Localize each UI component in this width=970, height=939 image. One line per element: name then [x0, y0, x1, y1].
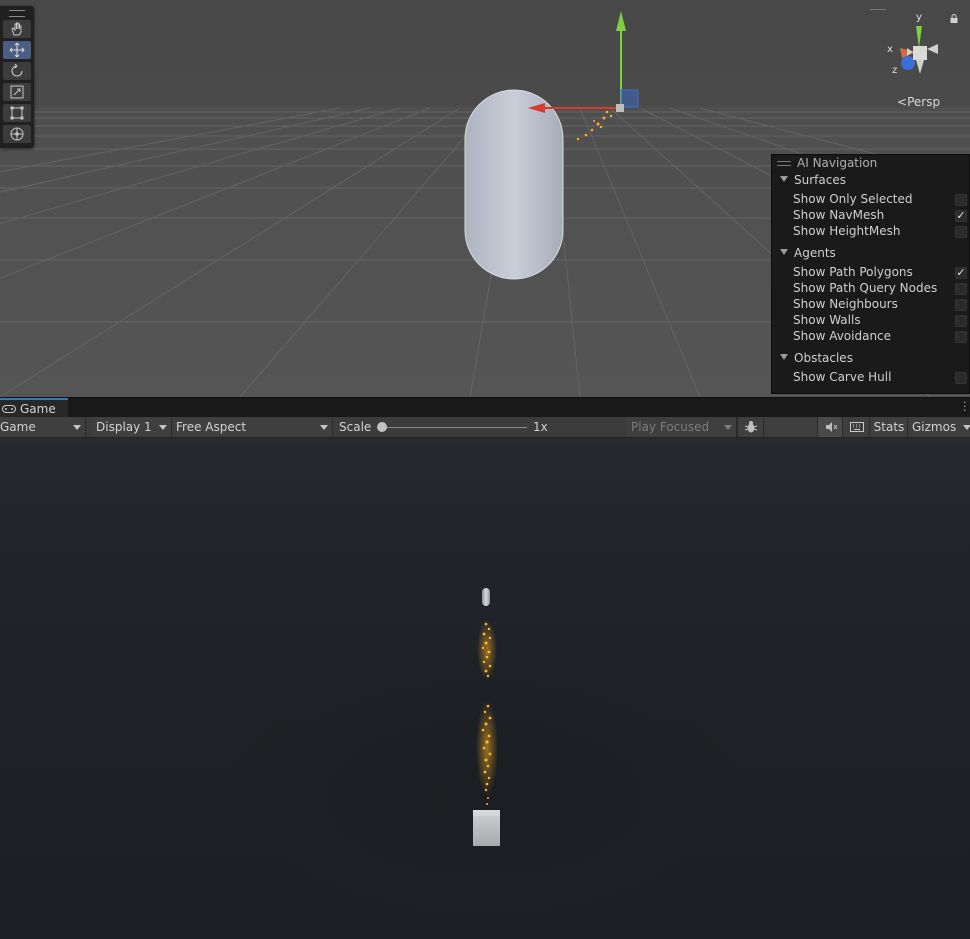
stats-button[interactable]: Stats	[869, 417, 908, 437]
move-tool-button[interactable]	[3, 41, 31, 59]
scene-view[interactable]: y x z <Persp AI Navigation Surfaces Show…	[0, 0, 970, 397]
option-show-walls-label: Show Walls	[793, 313, 861, 327]
tool-palette	[0, 6, 34, 148]
more-options-icon[interactable]: · · ·	[963, 397, 967, 416]
mute-audio-button[interactable]	[817, 417, 843, 437]
option-show-path-query-nodes-label: Show Path Query Nodes	[793, 281, 938, 295]
option-show-path-polygons-label: Show Path Polygons	[793, 265, 913, 279]
camera-mode-toggle[interactable]: <Persp	[897, 95, 940, 109]
show-only-selected-checkbox[interactable]	[955, 194, 967, 206]
section-agents[interactable]: Agents	[780, 246, 836, 260]
show-navmesh-checkbox[interactable]: ✓	[955, 210, 967, 222]
camera-mode-icon: <	[897, 95, 908, 109]
show-heightmesh-checkbox[interactable]	[955, 226, 967, 238]
overlay-title: AI Navigation	[797, 156, 878, 170]
show-carve-hull-checkbox[interactable]	[955, 372, 967, 384]
chevron-down-icon	[963, 425, 970, 430]
keyboard-icon	[849, 422, 864, 432]
option-show-neighbours-label: Show Neighbours	[793, 297, 898, 311]
show-avoidance-checkbox[interactable]	[955, 331, 967, 343]
gamepad-icon	[2, 405, 16, 413]
capsule-object	[464, 89, 564, 280]
rotate-tool-button[interactable]	[3, 62, 31, 80]
gizmo-z-cone	[901, 56, 915, 70]
display-value: Display 1	[96, 420, 152, 434]
orientation-gizmo[interactable]: y x z	[880, 8, 950, 84]
gizmo-center-cube	[913, 46, 927, 60]
gizmo-x-label: x	[887, 44, 893, 55]
section-label: Obstacles	[794, 351, 853, 365]
gizmos-label: Gizmos	[912, 420, 957, 434]
section-obstacles[interactable]: Obstacles	[780, 351, 853, 365]
bug-icon	[744, 421, 758, 433]
chevron-down-icon	[159, 425, 167, 430]
chevron-down-icon	[724, 425, 732, 430]
rect-tool-button[interactable]	[3, 104, 31, 122]
scale-value: 1x	[533, 420, 548, 434]
gizmos-dropdown[interactable]: Gizmos	[907, 417, 970, 437]
display-dropdown[interactable]: Display 1	[92, 417, 172, 437]
play-mode-dropdown[interactable]: Play Focused	[627, 417, 737, 437]
foldout-arrow-icon	[780, 176, 788, 182]
camera-mode-label: Persp	[907, 95, 941, 109]
game-render	[473, 588, 500, 846]
tab-game[interactable]: Game	[0, 398, 68, 418]
ai-navigation-overlay: AI Navigation Surfaces Show Only Selecte…	[771, 154, 970, 394]
section-label: Surfaces	[794, 173, 846, 187]
move-icon	[9, 42, 25, 58]
shortcuts-button[interactable]	[842, 417, 870, 437]
foldout-arrow-icon	[780, 354, 788, 360]
option-show-heightmesh-label: Show HeightMesh	[793, 224, 901, 238]
option-show-navmesh-label: Show NavMesh	[793, 208, 885, 222]
rotate-icon	[11, 63, 23, 77]
option-show-carve-hull-label: Show Carve Hull	[793, 370, 892, 384]
tool-palette-grip[interactable]	[9, 10, 25, 17]
section-label: Agents	[794, 246, 836, 260]
checkmark-icon: ✓	[956, 266, 966, 279]
play-mode-value: Play Focused	[631, 420, 710, 434]
gizmo-y-cone	[916, 26, 922, 48]
game-toolbar: Game Display 1 Free Aspect Scale 1x Play…	[0, 417, 970, 438]
stats-label: Stats	[873, 420, 905, 434]
aspect-dropdown[interactable]: Free Aspect	[172, 417, 333, 437]
mute-icon	[825, 422, 837, 432]
transform-tool-button[interactable]	[3, 125, 31, 143]
show-path-polygons-checkbox[interactable]: ✓	[955, 267, 967, 279]
gizmo-z-label: z	[892, 65, 897, 76]
lock-icon[interactable]	[950, 14, 958, 23]
scale-knob[interactable]	[377, 422, 387, 432]
scale-tool-button[interactable]	[3, 83, 31, 101]
show-neighbours-checkbox[interactable]	[955, 299, 967, 311]
scale-track[interactable]	[381, 427, 527, 428]
transform-icon	[10, 127, 24, 141]
show-path-query-nodes-checkbox[interactable]	[955, 283, 967, 295]
game-capsule	[482, 588, 490, 606]
checkmark-icon: ✓	[956, 209, 966, 222]
foldout-arrow-icon	[780, 249, 788, 255]
debug-button[interactable]	[737, 417, 764, 437]
scale-label: Scale	[339, 420, 372, 434]
view-mode-value: Game	[0, 420, 36, 434]
option-show-avoidance-label: Show Avoidance	[793, 329, 892, 343]
aspect-value: Free Aspect	[176, 420, 247, 434]
hand-tool-button[interactable]	[3, 20, 31, 38]
hand-icon	[11, 22, 22, 36]
view-mode-dropdown[interactable]: Game	[0, 417, 86, 437]
chevron-down-icon	[320, 425, 328, 430]
overlay-grip[interactable]	[777, 161, 791, 166]
tab-game-label: Game	[20, 402, 56, 416]
game-viewport[interactable]	[0, 438, 970, 939]
section-surfaces[interactable]: Surfaces	[780, 173, 846, 187]
toolbar-spacer	[763, 417, 818, 437]
option-show-only-selected-label: Show Only Selected	[793, 192, 913, 206]
chevron-down-icon	[73, 425, 81, 430]
scale-icon	[10, 85, 24, 99]
gizmo-y-label: y	[916, 12, 922, 23]
game-tab-bar: Game · · ·	[0, 397, 970, 418]
show-walls-checkbox[interactable]	[955, 315, 967, 327]
rect-icon	[10, 106, 24, 120]
